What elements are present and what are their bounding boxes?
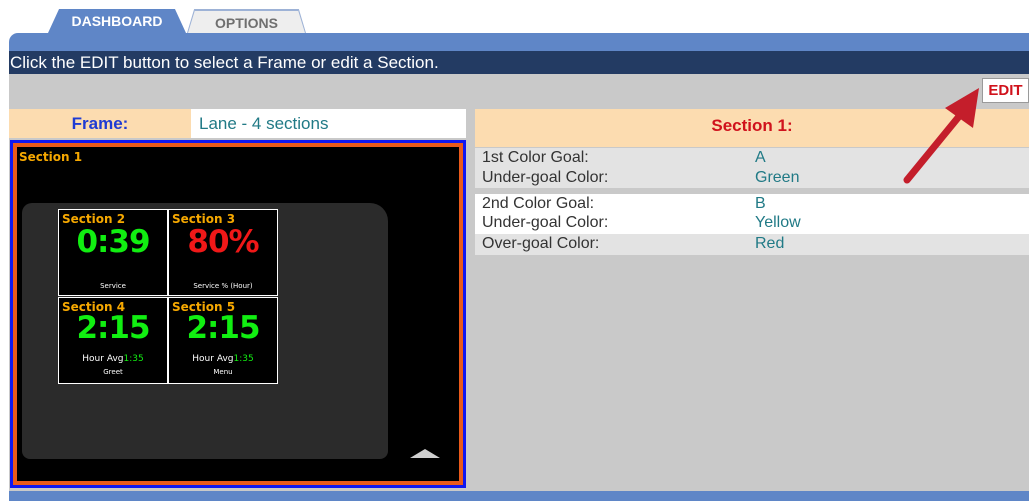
cell-value: 0:39 — [76, 224, 150, 260]
average-value: 1:35 — [123, 354, 144, 364]
property-value: B — [755, 195, 766, 212]
preview-cell: Section 2 0:39 Service — [58, 209, 168, 296]
footer-bar — [9, 491, 1029, 501]
preview-cell: Section 3 80% Service % (Hour) — [168, 209, 278, 296]
cell-caption: Service — [100, 282, 126, 290]
cell-value: 2:15 — [186, 310, 260, 346]
property-label: 1st Color Goal: — [482, 149, 589, 166]
cell-average: Hour Avg1:35 — [59, 354, 167, 364]
instruction-text: Click the EDIT button to select a Frame … — [9, 51, 1029, 74]
property-row: Under-goal Color: Yellow — [475, 213, 1029, 234]
preview-cell: Section 5 2:15 Hour Avg1:35 Menu — [168, 297, 278, 384]
property-label: Under-goal Color: — [482, 169, 609, 186]
property-value: Green — [755, 169, 800, 186]
frame-value: Lane - 4 sections — [191, 109, 466, 138]
average-label: Hour Avg — [192, 354, 234, 364]
header-bar — [9, 33, 1029, 51]
cell-average: Hour Avg1:35 — [169, 354, 277, 364]
cell-value: 2:15 — [76, 310, 150, 346]
preview-section-title: Section 1 — [19, 150, 83, 164]
edit-button[interactable]: EDIT — [982, 78, 1029, 103]
cell-caption: Greet — [103, 368, 123, 376]
property-value: Yellow — [755, 214, 801, 231]
cell-caption: Menu — [213, 368, 233, 376]
pointer-arrow-icon — [903, 88, 979, 184]
cell-value: 80% — [187, 224, 259, 260]
property-label: 2nd Color Goal: — [482, 195, 595, 212]
property-label: Over-goal Color: — [482, 235, 600, 252]
property-value: A — [755, 149, 766, 166]
property-value: Red — [755, 235, 785, 252]
property-row: 2nd Color Goal: B — [475, 194, 1029, 213]
scroll-up-icon[interactable] — [410, 449, 440, 458]
property-label: Under-goal Color: — [482, 214, 609, 231]
property-row: Over-goal Color: Red — [475, 234, 1029, 255]
frame-label: Frame: — [9, 109, 191, 138]
preview-cell: Section 4 2:15 Hour Avg1:35 Greet — [58, 297, 168, 384]
tab-options[interactable]: OPTIONS — [188, 10, 305, 33]
cell-caption: Service % (Hour) — [193, 282, 253, 290]
tab-dashboard[interactable]: DASHBOARD — [48, 9, 186, 33]
average-label: Hour Avg — [82, 354, 124, 364]
average-value: 1:35 — [233, 354, 254, 364]
